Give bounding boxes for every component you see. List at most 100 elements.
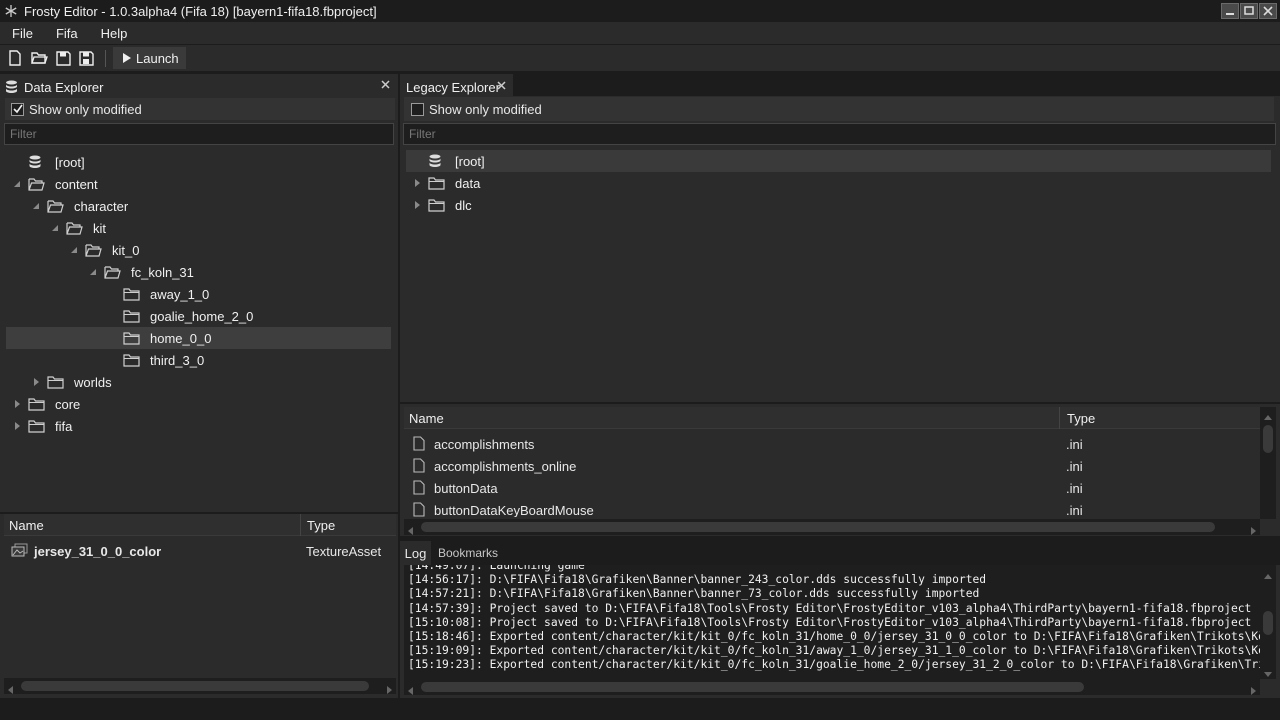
chevron-down-icon[interactable] (88, 267, 98, 277)
table-row[interactable]: jersey_31_0_0_color TextureAsset (4, 540, 396, 562)
minimize-button[interactable] (1221, 3, 1239, 19)
tree-item[interactable]: third_3_0 (6, 349, 391, 371)
status-bar (0, 698, 1280, 720)
launch-button[interactable]: Launch (113, 47, 186, 69)
tree-item[interactable]: home_0_0 (6, 327, 391, 349)
table-row[interactable]: accomplishments_online .ini (404, 455, 1260, 477)
column-name[interactable]: Name (9, 518, 44, 533)
tree-item[interactable]: kit_0 (6, 239, 391, 261)
tree-item[interactable]: fifa (6, 415, 391, 437)
show-only-modified-row[interactable]: Show only modified (5, 98, 395, 120)
folder-open-icon (104, 265, 121, 279)
close-window-button[interactable] (1259, 3, 1277, 19)
tree-item-label: fifa (55, 418, 73, 434)
tree-item[interactable]: content (6, 173, 391, 195)
chevron-right-icon[interactable] (12, 399, 22, 409)
scroll-thumb[interactable] (421, 682, 1084, 692)
menu-bar: File Fifa Help (0, 22, 1280, 44)
table-row[interactable]: buttonData .ini (404, 477, 1260, 499)
tree-item[interactable]: away_1_0 (6, 283, 391, 305)
chevron-down-icon[interactable] (31, 201, 41, 211)
maximize-button[interactable] (1240, 3, 1258, 19)
filter-input[interactable]: Filter (4, 123, 394, 145)
tree-item[interactable]: goalie_home_2_0 (6, 305, 391, 327)
save-as-icon[interactable] (78, 49, 96, 67)
tree-item[interactable]: fc_koln_31 (6, 261, 391, 283)
vertical-scrollbar[interactable] (1260, 565, 1276, 679)
chevron-down-icon[interactable] (50, 223, 60, 233)
tree-item[interactable]: data (406, 172, 1271, 194)
log-output: [14:49:07]: Launching game [14:56:17]: D… (404, 565, 1260, 679)
scroll-up-icon[interactable] (1264, 410, 1272, 425)
column-name[interactable]: Name (409, 411, 444, 426)
new-file-icon[interactable] (6, 49, 24, 67)
folder-icon (123, 353, 140, 367)
scroll-down-icon[interactable] (1264, 666, 1272, 681)
tree-item-label: character (74, 198, 129, 214)
horizontal-scrollbar[interactable] (404, 679, 1260, 695)
tab-bookmarks[interactable]: Bookmarks (434, 541, 502, 565)
data-explorer-tree: [root] content character kit kit_0 fc_koln_31… (0, 151, 398, 481)
menu-help[interactable]: Help (89, 26, 139, 41)
tab-log[interactable]: Log (400, 541, 431, 565)
data-explorer-tab[interactable]: Data Explorer (24, 80, 103, 95)
scroll-left-icon[interactable] (407, 523, 415, 538)
tree-item-label: worlds (74, 374, 112, 390)
legacy-grid-rows: accomplishments .ini accomplishments_onlin… (404, 433, 1260, 517)
chevron-right-icon[interactable] (412, 178, 422, 188)
open-folder-icon[interactable] (30, 49, 48, 67)
scroll-right-icon[interactable] (1249, 523, 1257, 538)
table-row[interactable]: accomplishments .ini (404, 433, 1260, 455)
column-type[interactable]: Type (1067, 411, 1095, 426)
database-icon (5, 80, 18, 94)
tree-item[interactable]: character (6, 195, 391, 217)
tree-item[interactable]: [root] (6, 151, 391, 173)
scroll-right-icon[interactable] (385, 682, 393, 697)
show-only-modified-row[interactable]: Show only modified (404, 97, 1274, 121)
toolbar-separator (105, 50, 106, 67)
scroll-left-icon[interactable] (7, 682, 15, 697)
scroll-right-icon[interactable] (1249, 683, 1257, 698)
close-icon[interactable] (381, 80, 390, 89)
close-icon[interactable] (497, 81, 506, 90)
tree-item[interactable]: kit (6, 217, 391, 239)
show-only-modified-checkbox[interactable] (11, 102, 24, 116)
legacy-explorer-tab-label: Legacy Explorer (406, 79, 500, 95)
show-only-modified-checkbox[interactable] (411, 102, 424, 116)
scroll-thumb[interactable] (421, 522, 1215, 532)
scroll-thumb[interactable] (21, 681, 369, 691)
vertical-scrollbar[interactable] (1260, 407, 1276, 519)
log-line: [15:19:23]: Exported content/character/k… (408, 658, 1260, 672)
log-line: [15:18:46]: Exported content/character/k… (408, 629, 1260, 643)
tree-item[interactable]: dlc (406, 194, 1271, 216)
tree-item-label: [root] (55, 154, 85, 170)
horizontal-scrollbar[interactable] (4, 678, 396, 694)
scroll-up-icon[interactable] (1264, 569, 1272, 584)
chevron-down-icon[interactable] (12, 179, 22, 189)
filter-input[interactable]: Filter (403, 123, 1276, 145)
file-type: .ini (1066, 437, 1083, 452)
tree-item[interactable]: worlds (6, 371, 391, 393)
tree-item[interactable]: core (6, 393, 391, 415)
tree-item-label: fc_koln_31 (131, 264, 194, 280)
legacy-explorer-tree: [root] data dlc (400, 150, 1280, 230)
chevron-down-icon[interactable] (69, 245, 79, 255)
scroll-thumb[interactable] (1263, 425, 1273, 453)
chevron-right-icon[interactable] (12, 421, 22, 431)
launch-label: Launch (136, 50, 179, 66)
scroll-thumb[interactable] (1263, 611, 1273, 635)
chevron-right-icon[interactable] (31, 377, 41, 387)
column-type[interactable]: Type (307, 518, 335, 533)
menu-fifa[interactable]: Fifa (44, 26, 89, 41)
scroll-left-icon[interactable] (407, 683, 415, 698)
horizontal-scrollbar[interactable] (404, 519, 1260, 535)
tree-item[interactable]: [root] (406, 150, 1271, 172)
menu-file[interactable]: File (0, 26, 44, 41)
save-icon[interactable] (54, 49, 72, 67)
chevron-right-icon[interactable] (412, 200, 422, 210)
folder-icon (428, 176, 445, 190)
table-row[interactable]: buttonDataKeyBoardMouse .ini (404, 499, 1260, 517)
